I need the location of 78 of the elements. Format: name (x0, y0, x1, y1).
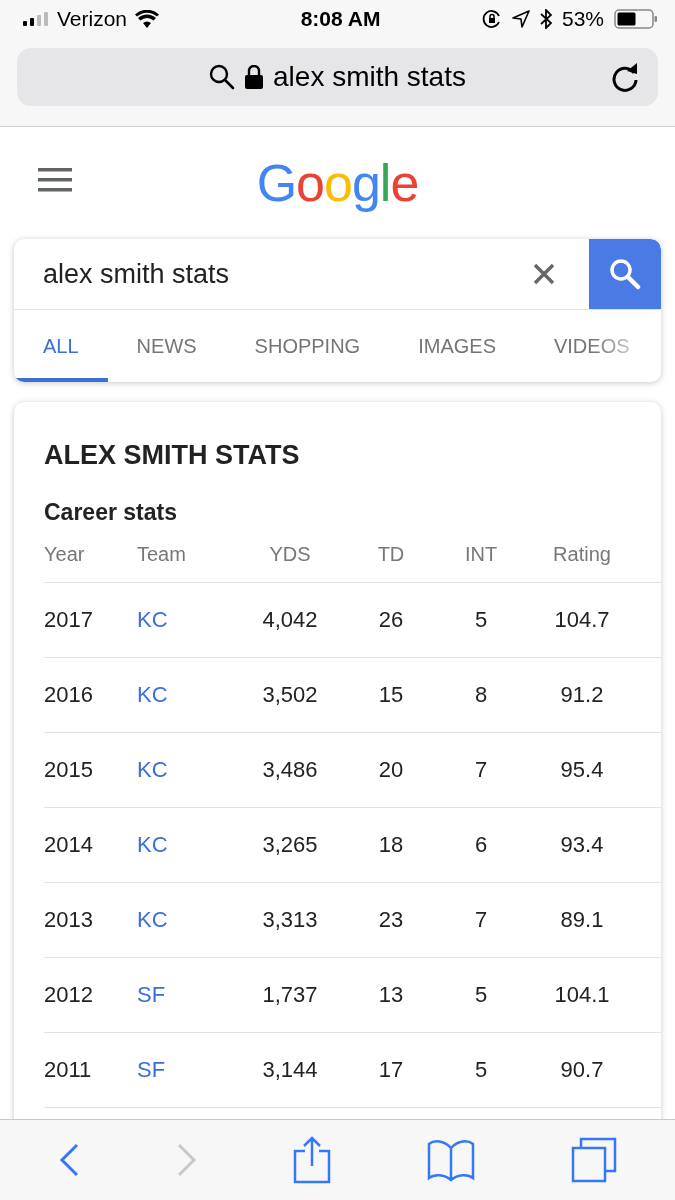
table-cell-text: 3,265 (261, 832, 319, 858)
table-cell-text: 4,042 (261, 607, 319, 633)
address-bar[interactable]: alex smith stats (17, 48, 658, 106)
google-logo: Google (256, 153, 419, 213)
table-cell-text: 15 (377, 682, 405, 708)
share-button[interactable] (292, 1136, 333, 1184)
table-cell-text: 2013 (44, 907, 94, 933)
table-cell-text: 8 (473, 682, 489, 708)
section-heading: Career stats (44, 499, 178, 526)
table-cell-text: 18 (377, 832, 405, 858)
table-cell-text: 17 (377, 1057, 405, 1083)
table-cell-text: 2014 (44, 832, 94, 858)
reload-icon[interactable] (612, 62, 640, 92)
table-cell-text: 90.7 (559, 1057, 605, 1083)
table-cell-text: 104.1 (553, 982, 611, 1008)
search-tab[interactable]: ALL (14, 310, 108, 382)
bluetooth-icon (539, 9, 552, 29)
search-tab[interactable]: SHOPPING (225, 310, 390, 382)
battery-icon (614, 9, 658, 29)
table-cell-text: 95.4 (559, 757, 605, 783)
table-cell-text: 91.2 (559, 682, 605, 708)
table-cell-text: 7 (473, 907, 489, 933)
search-field[interactable]: alex smith stats (14, 239, 514, 310)
column-header: INT (463, 542, 499, 566)
column-header: Year (44, 542, 86, 566)
table-cell-text: 2011 (44, 1057, 93, 1083)
table-cell-text: 2017 (44, 607, 94, 633)
search-tab[interactable]: VIDEOS (524, 310, 638, 382)
column-header: YDS (268, 542, 312, 566)
team-link[interactable]: KC (137, 832, 168, 857)
rotation-lock-icon (481, 9, 502, 29)
column-header: Rating (552, 542, 612, 566)
table-cell-text: 3,313 (261, 907, 319, 933)
team-link[interactable]: KC (137, 757, 168, 782)
carrier-name: Verizon (57, 7, 128, 31)
lock-icon (245, 65, 263, 89)
menu-icon[interactable] (38, 168, 72, 192)
table-cell-text: 20 (377, 757, 405, 783)
tabs-button[interactable] (570, 1136, 619, 1184)
table-cell-text: 7 (473, 757, 489, 783)
search-button[interactable] (589, 239, 661, 309)
url-text: alex smith stats (273, 61, 466, 93)
table-cell-text: 93.4 (559, 832, 605, 858)
column-header: TD (376, 542, 406, 566)
table-cell-text: 23 (377, 907, 405, 933)
team-link[interactable]: KC (137, 907, 168, 932)
table-cell-text: 26 (377, 607, 405, 633)
team-link[interactable]: SF (137, 1057, 166, 1082)
table-cell-text: 89.1 (559, 907, 605, 933)
table-cell-text: 5 (473, 982, 489, 1008)
table-cell-text: 2012 (44, 982, 94, 1008)
column-header: Team (137, 542, 187, 566)
location-arrow-icon (511, 10, 530, 28)
table-cell-text: 6 (473, 832, 489, 858)
table-cell-text: 13 (377, 982, 405, 1008)
table-cell-text: 5 (473, 607, 489, 633)
search-icon (209, 64, 235, 90)
search-icon (609, 258, 641, 290)
battery-percent: 53% (561, 7, 604, 31)
table-cell-text: 3,486 (261, 757, 319, 783)
signal-icon (23, 12, 49, 26)
team-link[interactable]: KC (137, 607, 168, 632)
search-tab[interactable]: NEWS (107, 310, 226, 382)
search-tab[interactable]: IMAGES (389, 310, 525, 382)
table-cell-text: 1,737 (261, 982, 319, 1008)
team-link[interactable]: KC (137, 682, 168, 707)
table-cell-text: 3,144 (261, 1057, 319, 1083)
bookmarks-button[interactable] (426, 1138, 477, 1182)
team-link[interactable]: SF (137, 982, 166, 1007)
wifi-icon (135, 10, 160, 28)
table-cell-text: 2015 (44, 757, 94, 783)
clock-time: 8:08 AM (300, 7, 381, 31)
result-title: ALEX SMITH STATS (44, 440, 301, 471)
table-cell-text: 104.7 (553, 607, 611, 633)
table-cell-text: 3,502 (261, 682, 319, 708)
close-icon (533, 263, 555, 285)
table-cell-text: 5 (473, 1057, 489, 1083)
table-cell-text: 2016 (44, 682, 94, 708)
